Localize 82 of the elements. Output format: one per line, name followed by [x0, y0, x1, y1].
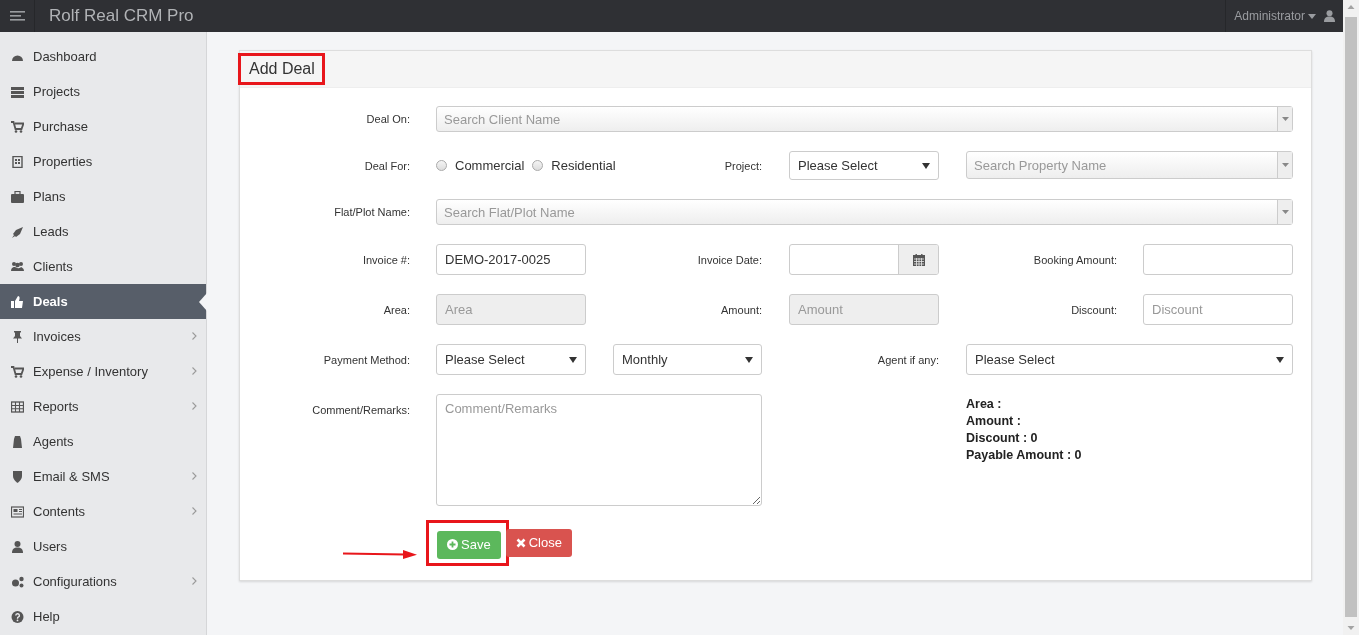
sidebar-item[interactable]: Email & SMS: [0, 459, 206, 494]
radio-option[interactable]: Commercial: [436, 158, 525, 173]
calendar-icon[interactable]: [912, 253, 925, 266]
sidebar-item[interactable]: Dashboard: [0, 39, 206, 74]
field-label: Invoice Date:: [696, 253, 762, 266]
frequency-select[interactable]: Monthly: [613, 344, 762, 375]
sidebar-item[interactable]: Contents: [0, 494, 206, 529]
field-label: Flat/Plot Name:: [333, 206, 410, 218]
plus-circle-icon: [447, 539, 458, 550]
payment-method-select[interactable]: Please Select: [436, 344, 586, 375]
thumb-icon: [11, 295, 24, 308]
caret-icon: [745, 356, 753, 363]
field-label: Amount:: [720, 303, 762, 316]
booking-amount-field[interactable]: [1143, 244, 1293, 275]
sidebar-item[interactable]: Configurations: [0, 564, 206, 599]
sidebar-item[interactable]: Projects: [0, 74, 206, 109]
chevron-icon: [192, 332, 197, 340]
field-label: Discount:: [1070, 303, 1117, 316]
summary-line: Area :: [966, 396, 1003, 413]
sidebar-item[interactable]: Users: [0, 529, 206, 564]
pin-icon: [11, 330, 24, 343]
caret-icon: [1276, 356, 1284, 363]
panel-title: Add Deal: [238, 53, 325, 85]
date-field[interactable]: [789, 244, 939, 275]
sidebar-item[interactable]: Agents: [0, 424, 206, 459]
user-icon[interactable]: [1324, 10, 1335, 22]
server-icon: [11, 85, 24, 98]
users-icon: [11, 260, 24, 273]
summary-line: Discount : 0: [966, 430, 1039, 447]
sidebar-item[interactable]: Expense / Inventory: [0, 354, 206, 389]
caret-icon: [1281, 163, 1289, 167]
summary-line: Payable Amount : 0: [966, 447, 1083, 464]
invoice-number-field[interactable]: DEMO-2017-0025: [436, 244, 586, 275]
briefcase-icon: [11, 190, 24, 203]
close-button[interactable]: Close: [505, 528, 572, 557]
sidebar-item[interactable]: Properties: [0, 144, 206, 179]
caret-icon: [922, 162, 930, 169]
help-icon: [11, 610, 24, 623]
field-label: Area:: [382, 303, 410, 316]
project-select[interactable]: Please Select: [789, 151, 939, 180]
sidebar-item[interactable]: Plans: [0, 179, 206, 214]
sidebar-item[interactable]: Clients: [0, 249, 206, 284]
app-title: Rolf Real CRM Pro: [49, 6, 194, 26]
sidebar-item[interactable]: Invoices: [0, 319, 206, 354]
summary-line: Amount :: [966, 413, 1022, 430]
radio-button[interactable]: [436, 160, 447, 171]
caret-icon: [1281, 117, 1289, 121]
chevron-icon: [192, 472, 197, 480]
radio-option[interactable]: Residential: [532, 158, 616, 173]
sidebar-item[interactable]: Leads: [0, 214, 206, 249]
caret-icon: [569, 356, 577, 363]
sidebar-item[interactable]: Help: [0, 599, 206, 634]
field-label: Comment/Remarks:: [311, 403, 410, 416]
cart-icon: [11, 365, 24, 378]
sidebar-item[interactable]: Purchase: [0, 109, 206, 144]
building-icon: [11, 155, 24, 168]
news-icon: [11, 505, 24, 518]
scrollbar[interactable]: [1343, 0, 1359, 635]
chevron-icon: [192, 402, 197, 410]
user-icon: [11, 540, 24, 553]
chevron-icon: [192, 367, 197, 375]
field-label: Payment Method:: [322, 353, 410, 366]
chevron-icon: [192, 507, 197, 515]
field-label: Deal On:: [365, 113, 410, 125]
comment-field[interactable]: Comment/Remarks: [436, 394, 762, 506]
field-label: Agent if any:: [876, 353, 939, 366]
chevron-icon: [192, 577, 197, 585]
cart-icon: [11, 120, 24, 133]
caret-icon: [1281, 210, 1289, 214]
field-label: Project:: [723, 159, 762, 172]
field-label: Deal For:: [363, 159, 410, 172]
field-label: Booking Amount:: [1032, 253, 1117, 266]
sidebar-item[interactable]: Reports: [0, 389, 206, 424]
sidebar-item[interactable]: Deals: [0, 284, 206, 319]
caret-icon: [1308, 13, 1316, 19]
field-label: Invoice #:: [361, 253, 410, 266]
radio-button[interactable]: [532, 160, 544, 171]
discount-field[interactable]: Discount: [1143, 294, 1293, 325]
close-icon: [515, 537, 526, 548]
agent-select[interactable]: Please Select: [966, 344, 1293, 375]
shield-icon: [11, 470, 24, 483]
table-icon: [11, 400, 24, 413]
